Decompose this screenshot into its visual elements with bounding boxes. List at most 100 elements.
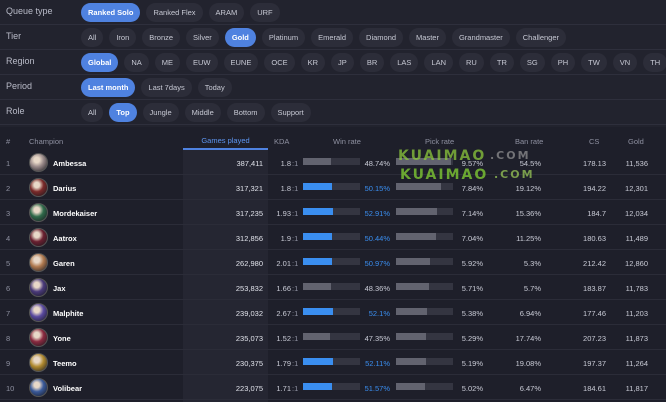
pick-rate-bar-fill xyxy=(396,358,426,365)
table-row[interactable]: 10 Volibear 223,075 1.71:1 51.57% 5.02% 6.47% 1… xyxy=(0,375,666,400)
filter-option-region-tw[interactable]: TW xyxy=(581,53,607,72)
champion-name[interactable]: Teemo xyxy=(53,359,77,368)
champion-avatar[interactable] xyxy=(29,303,48,322)
table-row[interactable]: 9 Teemo 230,375 1.79:1 52.11% 5.19% 19.08% 197.… xyxy=(0,350,666,375)
filter-option-role-middle[interactable]: Middle xyxy=(184,103,221,122)
filter-option-region-th[interactable]: TH xyxy=(643,53,666,72)
filter-option-queue-urf[interactable]: URF xyxy=(250,3,280,22)
pick-rate-value: 9.57% xyxy=(461,159,483,168)
filter-option-tier-master[interactable]: Master xyxy=(409,28,446,47)
champion-avatar[interactable] xyxy=(29,278,48,297)
filter-option-period-last-7days[interactable]: Last 7days xyxy=(141,78,192,97)
champion-avatar[interactable] xyxy=(29,328,48,347)
champion-name[interactable]: Yone xyxy=(53,334,71,343)
filter-row-queue: Queue type Ranked Solo Ranked Flex ARAM URF xyxy=(0,0,666,25)
champion-avatar[interactable] xyxy=(29,203,48,222)
win-rate-value: 52.91% xyxy=(364,209,390,218)
champion-name[interactable]: Jax xyxy=(53,284,66,293)
filter-option-role-bottom[interactable]: Bottom xyxy=(226,103,265,122)
filter-option-region-euw[interactable]: EUW xyxy=(186,53,218,72)
kda-suffix: :1 xyxy=(292,384,299,393)
champion-avatar[interactable] xyxy=(29,353,48,372)
table-row[interactable]: 2 Darius 317,321 1.8:1 50.15% 7.84% 19.12% 194.… xyxy=(0,175,666,200)
champion-name[interactable]: Ambessa xyxy=(53,159,86,168)
champion-name[interactable]: Aatrox xyxy=(53,234,77,243)
header-gold[interactable]: Gold xyxy=(628,137,644,146)
header-ban-rate[interactable]: Ban rate xyxy=(515,137,543,146)
filter-option-tier-diamond[interactable]: Diamond xyxy=(359,28,404,47)
filter-option-tier-gold[interactable]: Gold xyxy=(224,28,256,47)
table-row[interactable]: 4 Aatrox 312,856 1.9:1 50.44% 7.04% 11.25% 180.… xyxy=(0,225,666,250)
filter-row-role: Role All Top Jungle Middle Bottom Support xyxy=(0,100,666,125)
champion-name[interactable]: Darius xyxy=(53,184,76,193)
filter-option-region-ph[interactable]: PH xyxy=(550,53,576,72)
table-row[interactable]: 5 Garen 262,980 2.01:1 50.97% 5.92% 5.3% 212.42… xyxy=(0,250,666,275)
gold-value: 11,264 xyxy=(625,359,648,368)
filter-option-region-oce[interactable]: OCE xyxy=(264,53,295,72)
table-row[interactable]: 7 Malphite 239,032 2.67:1 52.1% 5.38% 6.94% 177… xyxy=(0,300,666,325)
table-row[interactable]: 8 Yone 235,073 1.52:1 47.35% 5.29% 17.74% 207.2… xyxy=(0,325,666,350)
filter-option-region-eune[interactable]: EUNE xyxy=(223,53,259,72)
filter-option-tier-all[interactable]: All xyxy=(81,28,104,47)
filter-option-region-kr[interactable]: KR xyxy=(300,53,326,72)
filter-option-region-tr[interactable]: TR xyxy=(489,53,514,72)
filter-options-region: Global NA ME EUW EUNE OCE KR JP BR LAS LAN RU TR SG PH… xyxy=(81,53,666,72)
filter-option-region-jp[interactable]: JP xyxy=(331,53,354,72)
champion-avatar[interactable] xyxy=(29,253,48,272)
filter-option-tier-platinum[interactable]: Platinum xyxy=(261,28,306,47)
table-row[interactable]: 3 Mordekaiser 317,235 1.93:1 52.91% 7.14% 15.3… xyxy=(0,200,666,225)
filter-option-tier-emerald[interactable]: Emerald xyxy=(311,28,354,47)
filter-option-region-na[interactable]: NA xyxy=(124,53,149,72)
filter-option-role-all[interactable]: All xyxy=(81,103,104,122)
champion-avatar[interactable] xyxy=(29,178,48,197)
filter-option-queue-aram[interactable]: ARAM xyxy=(208,3,245,22)
filter-option-region-las[interactable]: LAS xyxy=(390,53,419,72)
win-rate-value: 52.11% xyxy=(365,359,390,368)
header-kda[interactable]: KDA xyxy=(274,137,289,146)
filter-option-role-support[interactable]: Support xyxy=(270,103,311,122)
filter-option-tier-bronze[interactable]: Bronze xyxy=(142,28,181,47)
filter-option-queue-ranked-solo[interactable]: Ranked Solo xyxy=(81,3,141,22)
champion-name[interactable]: Mordekaiser xyxy=(53,209,97,218)
pick-rate-value: 7.84% xyxy=(461,184,483,193)
champion-name[interactable]: Garen xyxy=(53,259,75,268)
filter-option-region-br[interactable]: BR xyxy=(359,53,385,72)
filter-option-tier-grandmaster[interactable]: Grandmaster xyxy=(451,28,510,47)
champion-avatar[interactable] xyxy=(29,378,48,397)
win-rate-bar xyxy=(303,158,360,165)
filter-option-region-me[interactable]: ME xyxy=(154,53,181,72)
champion-name[interactable]: Volibear xyxy=(53,384,82,393)
gold-value: 12,301 xyxy=(625,184,648,193)
kda-value: 1.93 xyxy=(276,209,291,218)
ban-rate-value: 11.25% xyxy=(516,234,541,243)
filter-option-region-vn[interactable]: VN xyxy=(612,53,638,72)
filter-option-region-global[interactable]: Global xyxy=(81,53,119,72)
filter-option-queue-ranked-flex[interactable]: Ranked Flex xyxy=(146,3,203,22)
pick-rate-bar xyxy=(396,258,453,265)
table-row[interactable]: 6 Jax 253,832 1.66:1 48.36% 5.71% 5.7% 183.87 11… xyxy=(0,275,666,300)
kda-suffix: :1 xyxy=(292,184,299,193)
ban-rate-value: 17.74% xyxy=(515,334,541,343)
header-pick-rate[interactable]: Pick rate xyxy=(425,137,454,146)
header-games-played[interactable]: Games played xyxy=(183,130,268,150)
header-cs[interactable]: CS xyxy=(589,137,599,146)
header-win-rate[interactable]: Win rate xyxy=(333,137,361,146)
filter-option-region-sg[interactable]: SG xyxy=(519,53,545,72)
header-champion[interactable]: Champion xyxy=(29,137,63,146)
filter-option-tier-challenger[interactable]: Challenger xyxy=(515,28,567,47)
filter-option-role-top[interactable]: Top xyxy=(109,103,137,122)
champion-name[interactable]: Malphite xyxy=(53,309,83,318)
filter-option-role-jungle[interactable]: Jungle xyxy=(142,103,179,122)
filter-option-tier-silver[interactable]: Silver xyxy=(186,28,219,47)
filter-option-region-lan[interactable]: LAN xyxy=(424,53,454,72)
champion-avatar[interactable] xyxy=(29,153,48,172)
filter-option-period-today[interactable]: Today xyxy=(197,78,232,97)
champion-avatar[interactable] xyxy=(29,228,48,247)
filter-option-region-ru[interactable]: RU xyxy=(459,53,484,72)
win-rate-bar-fill xyxy=(303,208,333,215)
table-row[interactable]: 1 Ambessa 387,411 1.8:1 48.74% 9.57% 54.5% 178.… xyxy=(0,150,666,175)
pick-rate-bar-fill xyxy=(396,283,429,290)
filter-row-tier: Tier All Iron Bronze Silver Gold Platinum Emera… xyxy=(0,25,666,50)
filter-option-period-last-month[interactable]: Last month xyxy=(81,78,136,97)
filter-option-tier-iron[interactable]: Iron xyxy=(109,28,137,47)
